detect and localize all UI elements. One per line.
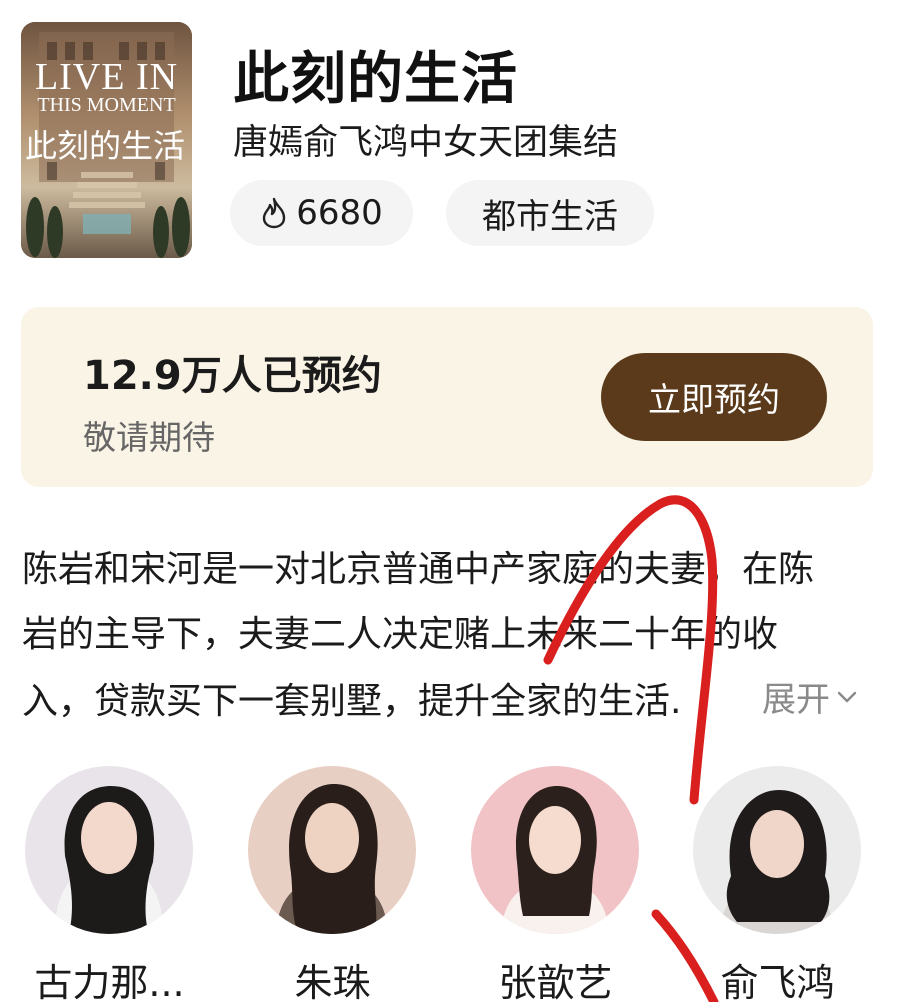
cast-name: 古力那...: [34, 961, 185, 1002]
cast-name: 张歆艺: [498, 961, 613, 1002]
reserve-button[interactable]: 立即预约: [601, 353, 827, 441]
cast-member[interactable]: 张歆艺: [468, 766, 643, 1002]
cast-name: 朱珠: [294, 961, 371, 1002]
avatar: [693, 766, 861, 934]
expand-label: 展开: [762, 680, 830, 720]
heat-value: 6680: [296, 193, 383, 233]
poster-title-cn: 此刻的生活: [25, 127, 186, 165]
poster-title-line2: THIS MOMENT: [37, 94, 176, 116]
avatar: [25, 766, 193, 934]
poster-title-line1: LIVE IN: [34, 56, 179, 98]
chevron-down-icon: [836, 690, 858, 704]
cast-name: 俞飞鸿: [720, 961, 835, 1002]
show-poster[interactable]: LIVE IN THIS MOMENT 此刻的生活: [21, 22, 192, 258]
show-title: 此刻的生活: [233, 47, 518, 112]
expand-synopsis-button[interactable]: 展开: [762, 672, 858, 721]
synopsis-line-1: 陈岩和宋河是一对北京普通中产家庭的夫妻，在陈: [22, 549, 815, 590]
avatar: [248, 766, 416, 934]
synopsis-line-2: 岩的主导下，夫妻二人决定赌上未来二十年的收: [22, 614, 779, 655]
heat-badge: 6680: [230, 180, 413, 246]
reservation-note: 敬请期待: [83, 418, 215, 457]
show-detail-page: LIVE IN THIS MOMENT 此刻的生活 此刻的生活 唐嫣俞飞鸿中女天…: [0, 0, 906, 1002]
cast-member[interactable]: 古力那...: [22, 766, 197, 1002]
reservation-count: 12.9万人已预约: [83, 353, 382, 399]
avatar: [471, 766, 639, 934]
show-subtitle: 唐嫣俞飞鸿中女天团集结: [233, 123, 619, 163]
reservation-card: 12.9万人已预约 敬请期待 立即预约: [21, 307, 873, 487]
flame-icon: [260, 197, 288, 229]
cast-member[interactable]: 朱珠: [245, 766, 420, 1002]
cast-member[interactable]: 俞飞鸿: [690, 766, 865, 1002]
synopsis-line-3: 入，贷款买下一套别墅，提升全家的生活.: [22, 681, 682, 722]
genre-tag[interactable]: 都市生活: [446, 180, 654, 246]
